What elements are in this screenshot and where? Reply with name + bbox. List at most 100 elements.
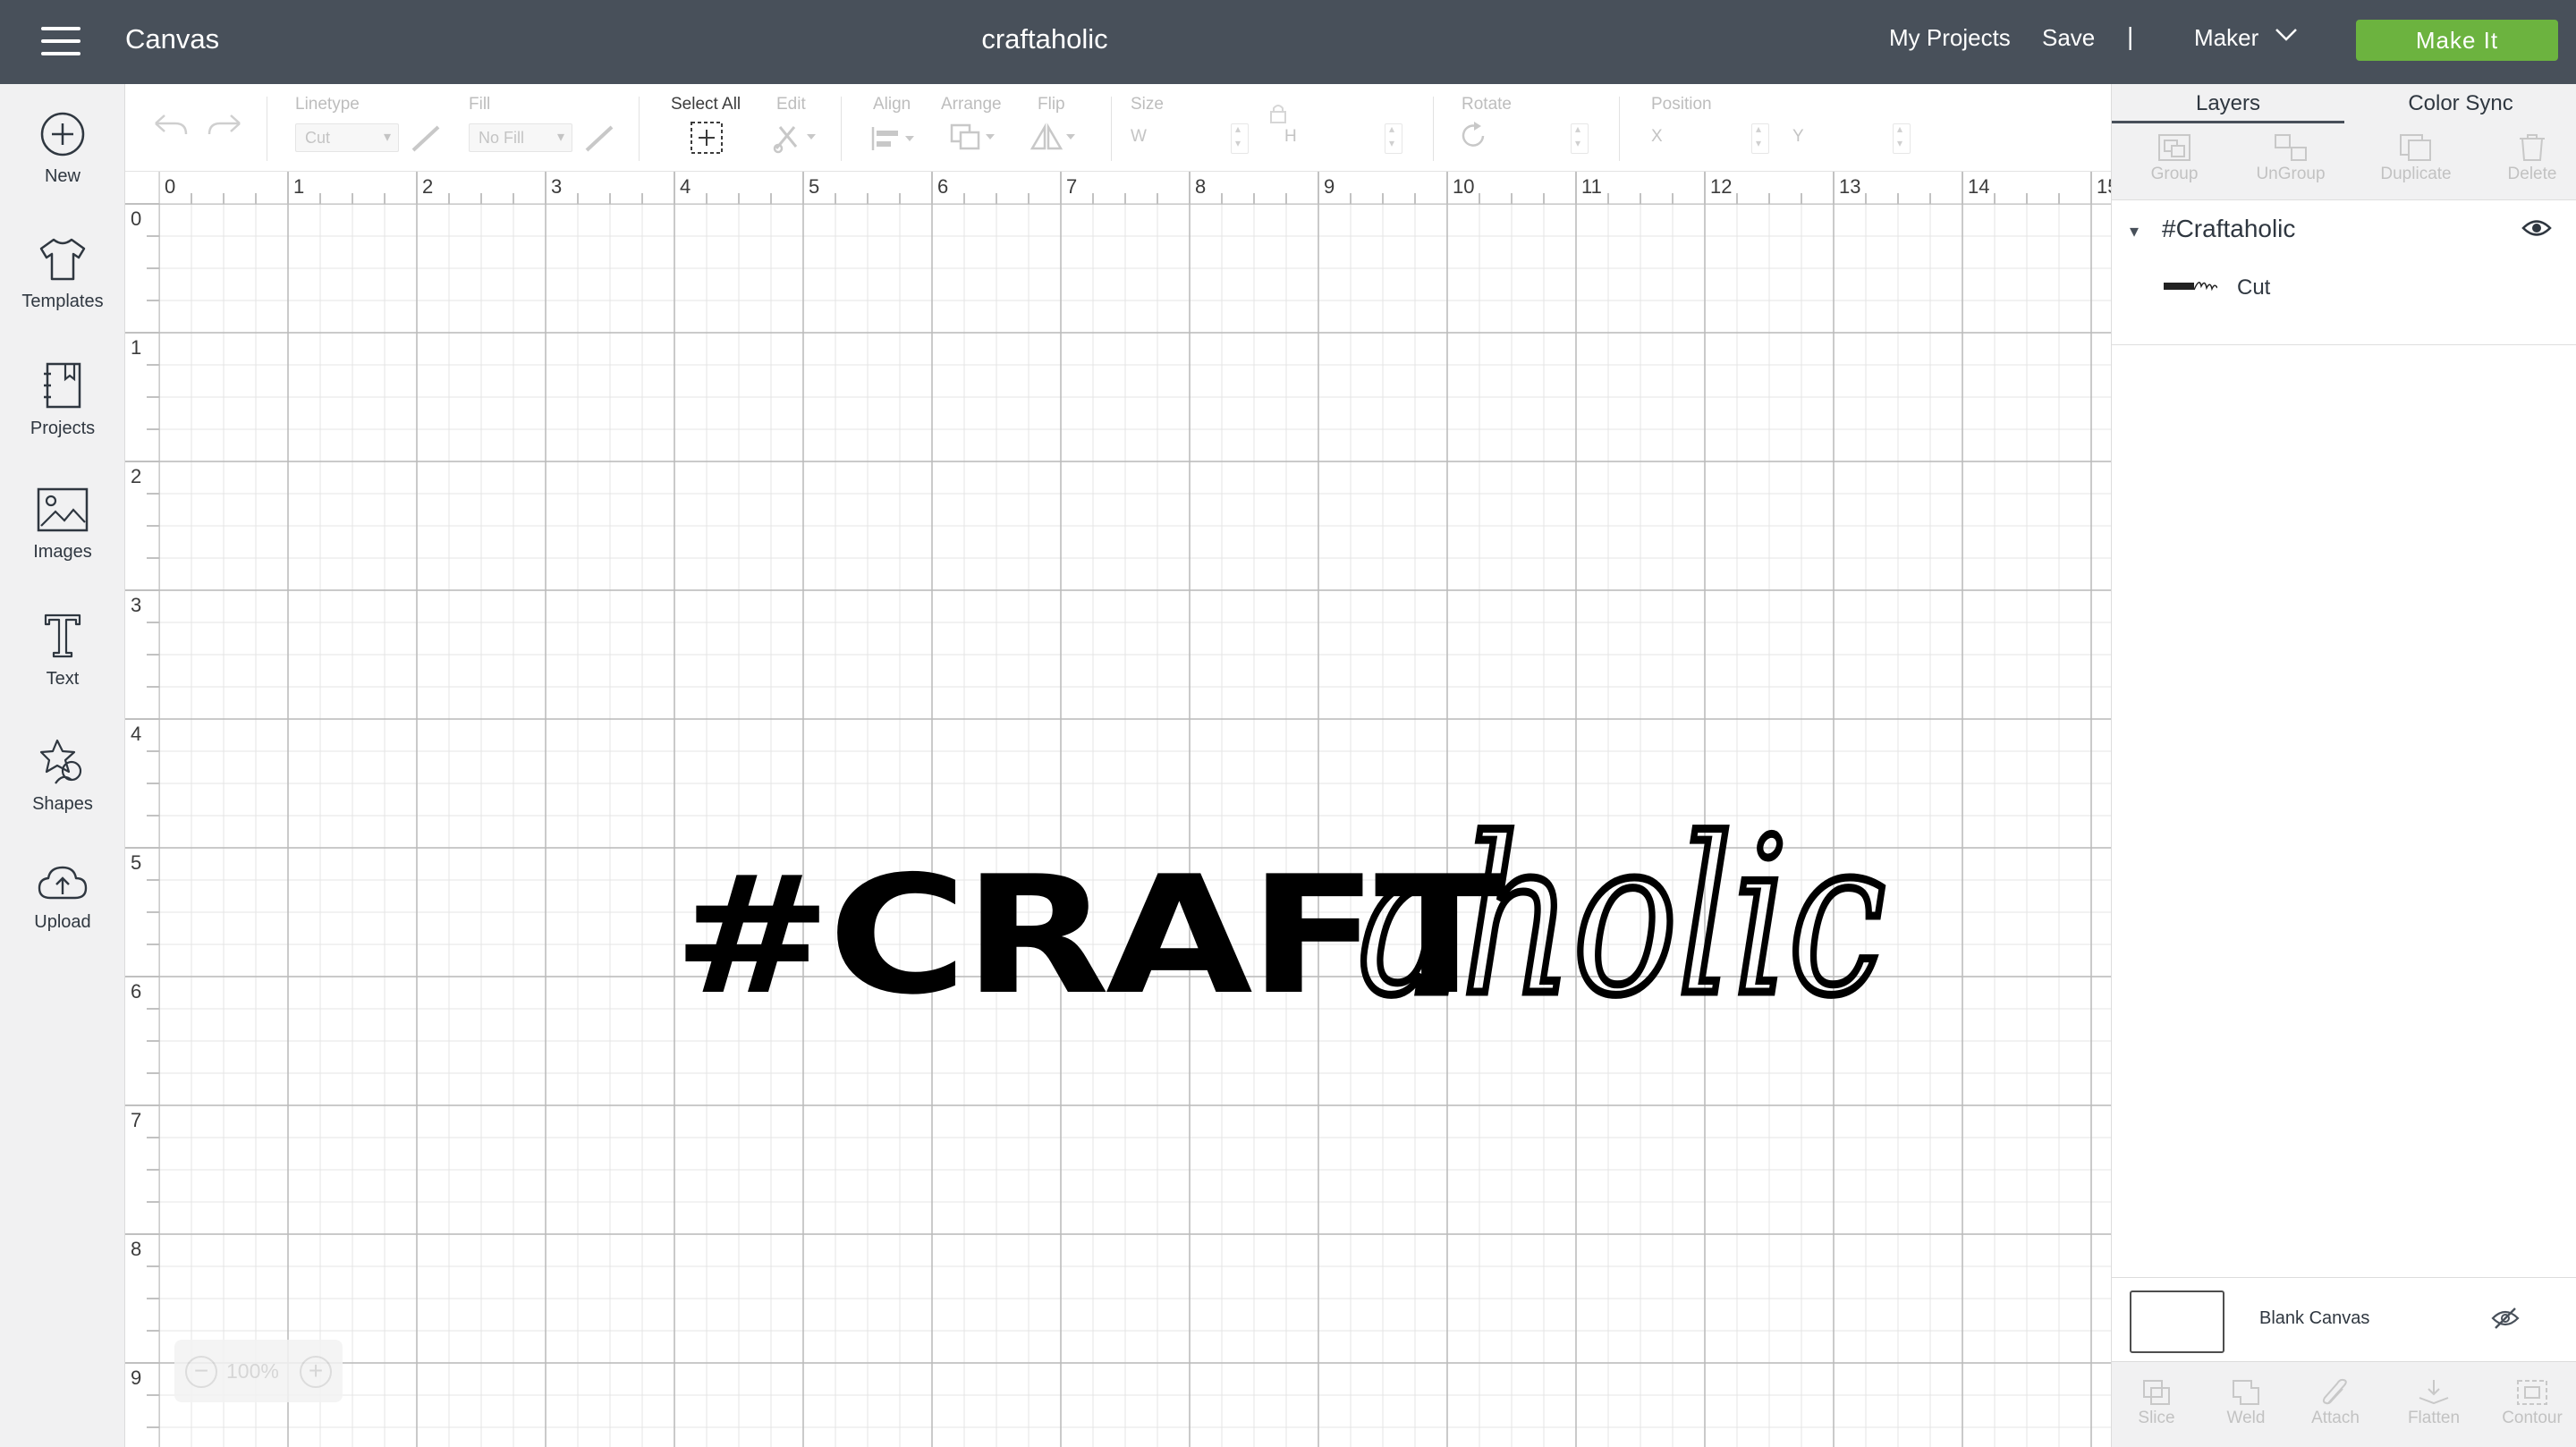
align-icon[interactable] bbox=[869, 123, 919, 154]
zoom-control: − 100% + bbox=[174, 1340, 343, 1402]
nav-images[interactable]: Images bbox=[0, 487, 125, 603]
blank-canvas-row[interactable]: Blank Canvas bbox=[2112, 1277, 2576, 1361]
size-height-label: H bbox=[1284, 127, 1297, 146]
contour-icon bbox=[2517, 1380, 2547, 1405]
x-stepper[interactable] bbox=[1751, 123, 1769, 154]
flip-icon[interactable] bbox=[1029, 122, 1082, 154]
weld-button[interactable]: Weld bbox=[2201, 1378, 2291, 1428]
header-divider: | bbox=[2127, 22, 2134, 50]
shapes-icon bbox=[39, 739, 82, 784]
group-button[interactable]: Group bbox=[2130, 132, 2219, 184]
ruler-x-label: 5 bbox=[809, 175, 819, 198]
ruler-y-label: 3 bbox=[131, 594, 141, 616]
craftaholic-design[interactable]: #CRAFT aholic bbox=[673, 789, 1890, 1047]
toolbar-separator bbox=[841, 97, 842, 161]
ruler-x-label: 2 bbox=[422, 175, 433, 198]
ruler-x-label: 10 bbox=[1453, 175, 1474, 198]
y-stepper[interactable] bbox=[1893, 123, 1911, 154]
machine-select[interactable]: Maker bbox=[2194, 24, 2258, 52]
ruler-x-label: 13 bbox=[1839, 175, 1860, 198]
layer-group-row[interactable]: ▾ #Craftaholic Cut bbox=[2112, 200, 2576, 345]
nav-projects[interactable]: Projects bbox=[0, 361, 125, 478]
linetype-select[interactable]: Cut bbox=[295, 123, 399, 152]
ungroup-icon bbox=[2275, 134, 2307, 161]
position-y-label: Y bbox=[1792, 127, 1804, 146]
undo-icon[interactable] bbox=[150, 111, 190, 141]
eye-hidden-icon[interactable] bbox=[2491, 1307, 2520, 1330]
design-canvas[interactable]: 0123456789101112131415 0123456789 #CRAFT… bbox=[125, 172, 2111, 1447]
vertical-ruler: 0 1 2 3 4 5 6 7 8 9 bbox=[125, 172, 160, 1447]
layer-group-name: #Craftaholic bbox=[2162, 215, 2296, 242]
duplicate-label: Duplicate bbox=[2380, 165, 2452, 183]
height-stepper[interactable] bbox=[1385, 123, 1402, 154]
bottom-layer-actions: Slice Weld Attach Flatten Contour bbox=[2112, 1361, 2576, 1447]
nav-shapes[interactable]: Shapes bbox=[0, 737, 125, 853]
nav-images-label: Images bbox=[33, 542, 92, 562]
zoom-out-button[interactable]: − bbox=[185, 1356, 217, 1388]
ruler-x-label: 1 bbox=[293, 175, 304, 198]
design-script-text: aholic bbox=[1358, 792, 1885, 1043]
eye-icon[interactable] bbox=[2521, 218, 2552, 238]
duplicate-button[interactable]: Duplicate bbox=[2362, 132, 2470, 184]
project-title[interactable]: craftaholic bbox=[0, 23, 2089, 55]
fill-color-swatch-icon[interactable] bbox=[583, 123, 615, 154]
ungroup-button[interactable]: UnGroup bbox=[2237, 132, 2344, 184]
slice-label: Slice bbox=[2138, 1409, 2175, 1427]
tab-color-sync[interactable]: Color Sync bbox=[2344, 84, 2576, 123]
rotate-label: Rotate bbox=[1462, 95, 1512, 114]
tab-layers[interactable]: Layers bbox=[2112, 84, 2344, 123]
notebook-icon bbox=[44, 362, 81, 409]
weld-icon bbox=[2233, 1380, 2259, 1405]
ruler-y-label: 8 bbox=[131, 1238, 141, 1260]
caret-down-icon[interactable]: ▾ bbox=[2130, 220, 2139, 242]
chevron-down-icon[interactable] bbox=[2274, 27, 2299, 43]
layer-name[interactable]: Cut bbox=[2237, 275, 2270, 300]
my-projects-link[interactable]: My Projects bbox=[1889, 24, 2011, 52]
ruler-y-label: 5 bbox=[131, 851, 141, 874]
blank-canvas-swatch[interactable] bbox=[2130, 1290, 2224, 1353]
select-all-icon[interactable] bbox=[689, 120, 724, 156]
attach-button[interactable]: Attach bbox=[2291, 1378, 2380, 1428]
save-button[interactable]: Save bbox=[2042, 24, 2095, 52]
contour-button[interactable]: Contour bbox=[2487, 1378, 2576, 1428]
ruler-x-label: 7 bbox=[1066, 175, 1077, 198]
cloud-upload-icon bbox=[38, 866, 88, 900]
contour-label: Contour bbox=[2502, 1409, 2563, 1427]
size-width-label: W bbox=[1131, 127, 1147, 146]
panel-tabs: Layers Color Sync bbox=[2112, 84, 2576, 123]
rotate-icon[interactable] bbox=[1458, 120, 1490, 152]
flatten-button[interactable]: Flatten bbox=[2389, 1378, 2479, 1428]
lock-aspect-icon[interactable] bbox=[1268, 102, 1288, 125]
slice-button[interactable]: Slice bbox=[2112, 1378, 2201, 1428]
arrange-label: Arrange bbox=[941, 95, 1002, 114]
fill-select[interactable]: No Fill bbox=[469, 123, 572, 152]
ruler-x-label: 9 bbox=[1324, 175, 1335, 198]
nav-text[interactable]: Text bbox=[0, 612, 125, 728]
layers-panel: Layers Color Sync Group UnGroup Duplicat… bbox=[2111, 84, 2576, 1447]
ruler-x-label: 15 bbox=[2097, 175, 2111, 198]
redo-icon[interactable] bbox=[206, 111, 245, 141]
make-it-button[interactable]: Make It bbox=[2356, 20, 2558, 61]
zoom-level: 100% bbox=[226, 1359, 279, 1383]
attach-label: Attach bbox=[2311, 1409, 2360, 1427]
delete-button[interactable]: Delete bbox=[2487, 132, 2576, 184]
arrange-icon[interactable] bbox=[948, 122, 1002, 154]
paperclip-icon bbox=[2322, 1378, 2347, 1405]
ruler-y-label: 7 bbox=[131, 1109, 141, 1131]
align-label: Align bbox=[873, 95, 911, 114]
edit-toolbar: Linetype Cut Fill No Fill Select All Edi… bbox=[125, 84, 2111, 172]
nav-text-label: Text bbox=[46, 669, 80, 689]
nav-upload[interactable]: Upload bbox=[0, 862, 125, 978]
nav-templates[interactable]: Templates bbox=[0, 236, 125, 352]
width-stepper[interactable] bbox=[1231, 123, 1249, 154]
rotate-stepper[interactable] bbox=[1571, 123, 1589, 154]
left-sidebar: New Templates Projects Images Text Shape… bbox=[0, 84, 125, 1447]
edit-scissors-icon[interactable] bbox=[771, 122, 821, 154]
linetype-color-swatch-icon[interactable] bbox=[410, 123, 442, 154]
ruler-x-label: 12 bbox=[1710, 175, 1732, 198]
ruler-y-label: 2 bbox=[131, 465, 141, 487]
zoom-in-button[interactable]: + bbox=[300, 1356, 332, 1388]
nav-new[interactable]: New bbox=[0, 111, 125, 227]
weld-label: Weld bbox=[2226, 1409, 2266, 1427]
blank-canvas-label: Blank Canvas bbox=[2259, 1308, 2370, 1328]
